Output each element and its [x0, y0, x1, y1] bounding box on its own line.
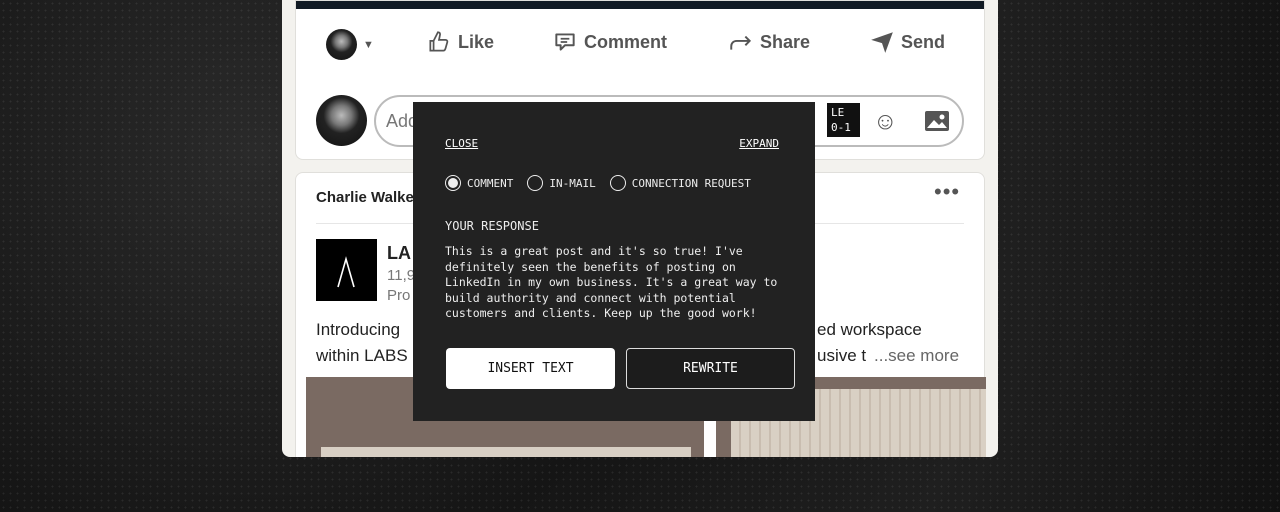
more-options-icon[interactable]: ••• — [934, 179, 960, 205]
send-icon — [871, 32, 893, 53]
promoted-label: Pro — [387, 287, 411, 304]
insert-text-button[interactable]: INSERT TEXT — [446, 348, 615, 389]
radio-label: IN-MAIL — [549, 176, 596, 190]
user-avatar — [316, 95, 367, 146]
comment-label: Comment — [584, 31, 668, 52]
share-label: Share — [760, 31, 811, 52]
extension-badge[interactable]: LE 0-1 — [827, 103, 860, 137]
post-text: within LABS — [316, 346, 408, 365]
chevron-down-icon: ▼ — [363, 38, 374, 51]
labs-logo-icon — [337, 256, 355, 288]
see-more-link[interactable]: ...see more — [874, 346, 959, 366]
radio-in-mail[interactable]: IN-MAIL — [527, 175, 596, 191]
message-type-group: COMMENT IN-MAIL CONNECTION REQUEST — [445, 175, 751, 191]
post-text: ed workspace — [817, 320, 922, 339]
send-button[interactable]: Send — [869, 29, 945, 55]
post-text: Introducing — [316, 320, 401, 339]
post-author[interactable]: Charlie Walke — [316, 189, 414, 206]
like-label: Like — [458, 31, 495, 52]
company-name[interactable]: LA — [387, 243, 411, 264]
close-link[interactable]: CLOSE — [445, 137, 478, 150]
radio-icon — [609, 175, 626, 191]
radio-connection-request[interactable]: CONNECTION REQUEST — [609, 175, 751, 191]
response-label: YOUR RESPONSE — [445, 219, 539, 233]
radio-icon — [527, 175, 544, 191]
radio-comment[interactable]: COMMENT — [445, 175, 513, 191]
badge-line: 0-1 — [831, 121, 851, 134]
share-arrow-icon — [730, 35, 752, 50]
radio-label: COMMENT — [467, 176, 514, 190]
avatar — [326, 29, 357, 60]
post-text: usive t — [817, 346, 867, 365]
company-logo[interactable] — [316, 239, 377, 301]
expand-link[interactable]: EXPAND — [739, 137, 779, 150]
comment-button[interactable]: Comment — [552, 29, 667, 55]
rewrite-button[interactable]: REWRITE — [626, 348, 795, 389]
emoji-icon[interactable]: ☺ — [873, 108, 898, 136]
radio-label: CONNECTION REQUEST — [631, 176, 751, 190]
followers-count: 11,9 — [387, 267, 416, 284]
send-label: Send — [901, 31, 946, 52]
post-image-bottom — [296, 1, 984, 9]
response-text[interactable]: This is a great post and it's so true! I… — [445, 244, 790, 322]
thumbs-up-icon — [429, 31, 449, 52]
actor-switcher[interactable]: ▼ — [326, 29, 374, 60]
share-button[interactable]: Share — [728, 29, 810, 55]
badge-line: LE — [831, 106, 845, 119]
like-button[interactable]: Like — [426, 29, 494, 55]
radio-selected-icon — [445, 175, 461, 191]
comment-icon — [555, 33, 575, 51]
image-icon[interactable] — [924, 110, 950, 132]
ai-response-popup: CLOSE EXPAND COMMENT IN-MAIL CONNECTION … — [413, 102, 815, 421]
